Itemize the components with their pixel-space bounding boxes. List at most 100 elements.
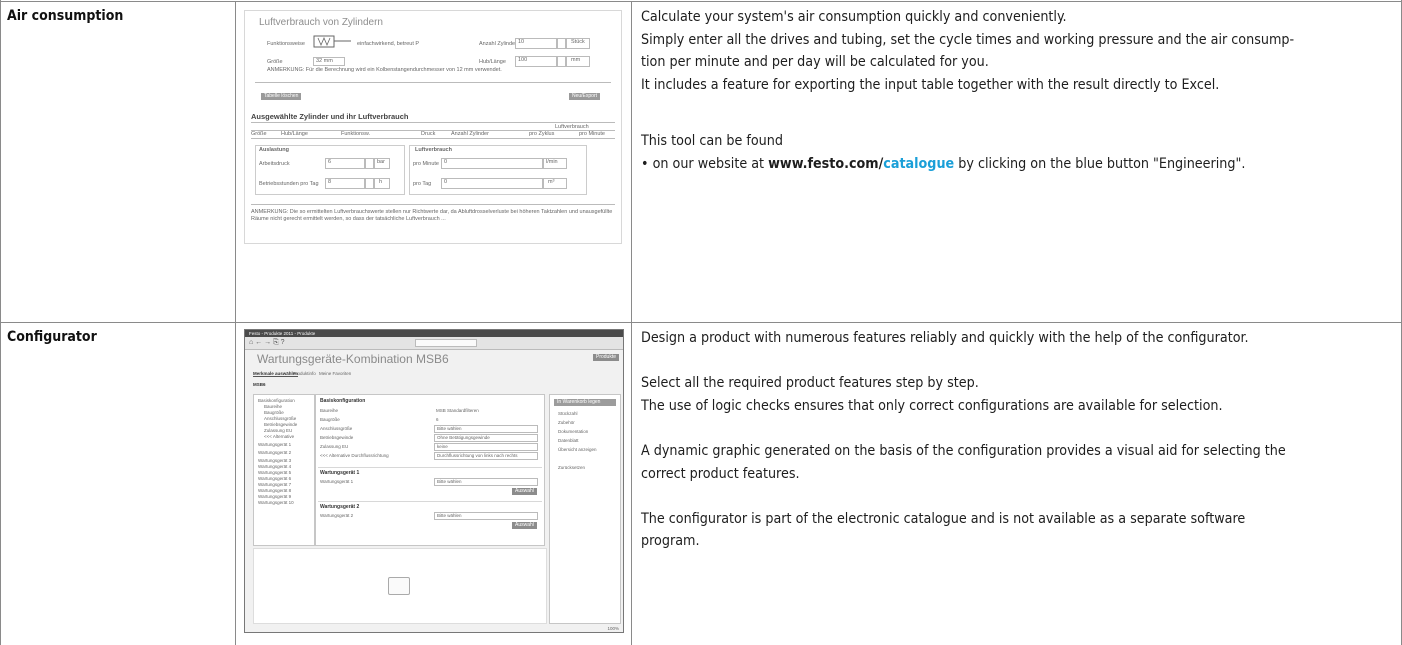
section-title: Wartungsgerät 2	[320, 504, 360, 510]
products-button[interactable]: Produkte	[593, 354, 620, 361]
anzahl-input[interactable]: 10	[515, 38, 557, 49]
table-header: Druck	[421, 131, 436, 137]
table-line	[251, 122, 615, 123]
table-line	[251, 138, 615, 139]
graphic-area	[253, 548, 547, 624]
row-label: Air consumption	[7, 8, 124, 24]
tree-item[interactable]: Baureihe	[264, 404, 282, 409]
cylinder-icon	[313, 35, 351, 48]
tree-item[interactable]: Wartungsgerät 7	[258, 482, 291, 487]
auslastung-title: Auslastung	[259, 147, 289, 153]
dropdown[interactable]: keine	[434, 443, 538, 451]
row-configurator: Configurator Festo - Produkte 2011 - Pro…	[1, 322, 1401, 645]
side-item[interactable]: Übersicht anzeigen	[558, 447, 597, 452]
table-header: Hub/Länge	[281, 131, 308, 137]
field-label: Baugröße	[320, 417, 340, 422]
tree-item[interactable]: Zulassung EU	[264, 428, 292, 433]
catalogue-link[interactable]: catalogue	[883, 156, 954, 172]
table-header: pro Zyklus	[529, 131, 555, 137]
paragraph: tion per minute and per day will be calc…	[641, 54, 989, 71]
anzahl-label: Anzahl Zylinder	[479, 41, 517, 47]
tab-produktinfo[interactable]: Produktinfo	[293, 371, 316, 376]
hub-input[interactable]: 100	[515, 56, 557, 67]
tree-item[interactable]: Baugröße	[264, 410, 284, 415]
arbeitsdruck-input[interactable]: 6	[325, 158, 365, 169]
search-input[interactable]	[415, 339, 477, 347]
paragraph: This tool can be found	[641, 132, 783, 149]
field-label: Baureihe	[320, 408, 339, 413]
lmin-unit: l/min	[543, 158, 567, 169]
dropdown[interactable]: Durchflussrichtung von links nach rechts	[434, 452, 538, 460]
tree-item[interactable]: Betriebsgewinde	[264, 422, 297, 427]
tab-merkmale[interactable]: Merkmale auswählen	[253, 371, 299, 377]
paragraph: Calculate your system's air consumption …	[641, 9, 1067, 25]
paragraph: Design a product with numerous features …	[641, 330, 1249, 346]
groesse-select[interactable]: 32 mm	[313, 57, 345, 66]
dropdown[interactable]: Bitte wählen	[434, 512, 538, 520]
betrieb-label: Betriebsstunden pro Tag	[259, 181, 319, 187]
bar-unit: bar	[374, 158, 390, 169]
divider	[318, 501, 542, 502]
divider	[255, 82, 611, 83]
luftverbrauch-title: Luftverbrauch	[415, 147, 452, 153]
configurator-screenshot: Festo - Produkte 2011 - Produkte ⌂ ← → ⎘…	[244, 329, 624, 633]
hub-stepper[interactable]	[557, 56, 566, 67]
side-item[interactable]: Datenblatt	[558, 438, 579, 443]
h-unit: h	[374, 178, 390, 189]
betrieb-input[interactable]: 8	[325, 178, 365, 189]
tree-item[interactable]: Wartungsgerät 8	[258, 488, 291, 493]
tree-item[interactable]: Wartungsgerät 5	[258, 470, 291, 475]
dropdown[interactable]: Ohne Betätigungsgewinde	[434, 434, 538, 442]
bullet-item: • on our website at www.festo.com/catalo…	[641, 153, 1393, 176]
product-heading: Wartungsgeräte-Kombination MSB6	[257, 352, 449, 366]
tree-item[interactable]: Wartungsgerät 3	[258, 458, 291, 463]
window-titlebar: Festo - Produkte 2011 - Produkte	[245, 330, 623, 337]
clear-table-button[interactable]: Tabelle löschen	[261, 93, 302, 100]
tree-item[interactable]: <<< Alternative	[264, 434, 294, 439]
field-value: MSB Standardfilteren	[436, 408, 479, 413]
tree-item[interactable]: Wartungsgerät 1	[258, 442, 291, 447]
website-link[interactable]: www.festo.com/	[768, 156, 883, 172]
funktionsweise-label: Funktionsweise	[267, 41, 305, 47]
tree-item[interactable]: Wartungsgerät 10	[258, 500, 294, 505]
field-label: <<< Alternative Durchflussrichtung	[320, 453, 389, 458]
column-divider	[235, 323, 236, 645]
m3-unit: m³	[543, 178, 567, 189]
side-item[interactable]: Zurücksetzen	[558, 465, 585, 470]
tree-item[interactable]: Basiskonfiguration	[258, 398, 295, 403]
field-label: Wartungsgerät 2	[320, 513, 354, 518]
tree-item[interactable]: Wartungsgerät 6	[258, 476, 291, 481]
field-label: Anschlussgröße	[320, 426, 353, 431]
side-item[interactable]: Dokumentation	[558, 429, 588, 434]
tree-item[interactable]: Anschlussgröße	[264, 416, 296, 421]
note-text: ANMERKUNG: Für die Berechnung wird ein K…	[267, 67, 502, 73]
anzahl-stepper[interactable]	[557, 38, 566, 49]
paragraph: Select all the required product features…	[641, 375, 979, 392]
select-button[interactable]: Auswahl	[512, 488, 537, 495]
tree-item[interactable]: Wartungsgerät 2	[258, 450, 291, 455]
paragraph: The use of logic checks ensures that onl…	[641, 397, 1223, 414]
zoom-level: 100%	[607, 626, 619, 631]
dropdown[interactable]: Bitte wählen	[434, 478, 538, 486]
screenshot-title: Luftverbrauch von Zylindern	[259, 17, 383, 28]
table-header: pro Minute	[579, 131, 605, 137]
groesse-label: Größe	[267, 59, 283, 65]
export-button[interactable]: Neu/Export	[569, 93, 601, 100]
bullet-text: by clicking on the blue button "Engineer…	[954, 155, 1246, 172]
pro-tag-label: pro Tag	[413, 181, 432, 187]
arbeitsdruck-stepper[interactable]	[365, 158, 374, 169]
table-header: Größe	[251, 131, 267, 137]
dropdown[interactable]: Bitte wählen	[434, 425, 538, 433]
footer-note: ANMERKUNG: Die so ermittelten Luftverbra…	[251, 209, 613, 222]
column-divider	[631, 323, 632, 645]
add-to-cart-button[interactable]: In Warenkorb legen	[554, 399, 616, 406]
side-item[interactable]: Zubehör	[558, 420, 575, 425]
betrieb-stepper[interactable]	[365, 178, 374, 189]
tree-item[interactable]: Wartungsgerät 9	[258, 494, 291, 499]
paragraph: A dynamic graphic generated on the basis…	[641, 442, 1286, 459]
tab-favoriten[interactable]: Meine Favoriten	[319, 371, 351, 376]
select-button[interactable]: Auswahl	[512, 522, 537, 529]
tree-item[interactable]: Wartungsgerät 4	[258, 464, 291, 469]
side-item[interactable]: Stückzahl	[558, 411, 578, 416]
paragraph: correct product features.	[641, 465, 800, 482]
